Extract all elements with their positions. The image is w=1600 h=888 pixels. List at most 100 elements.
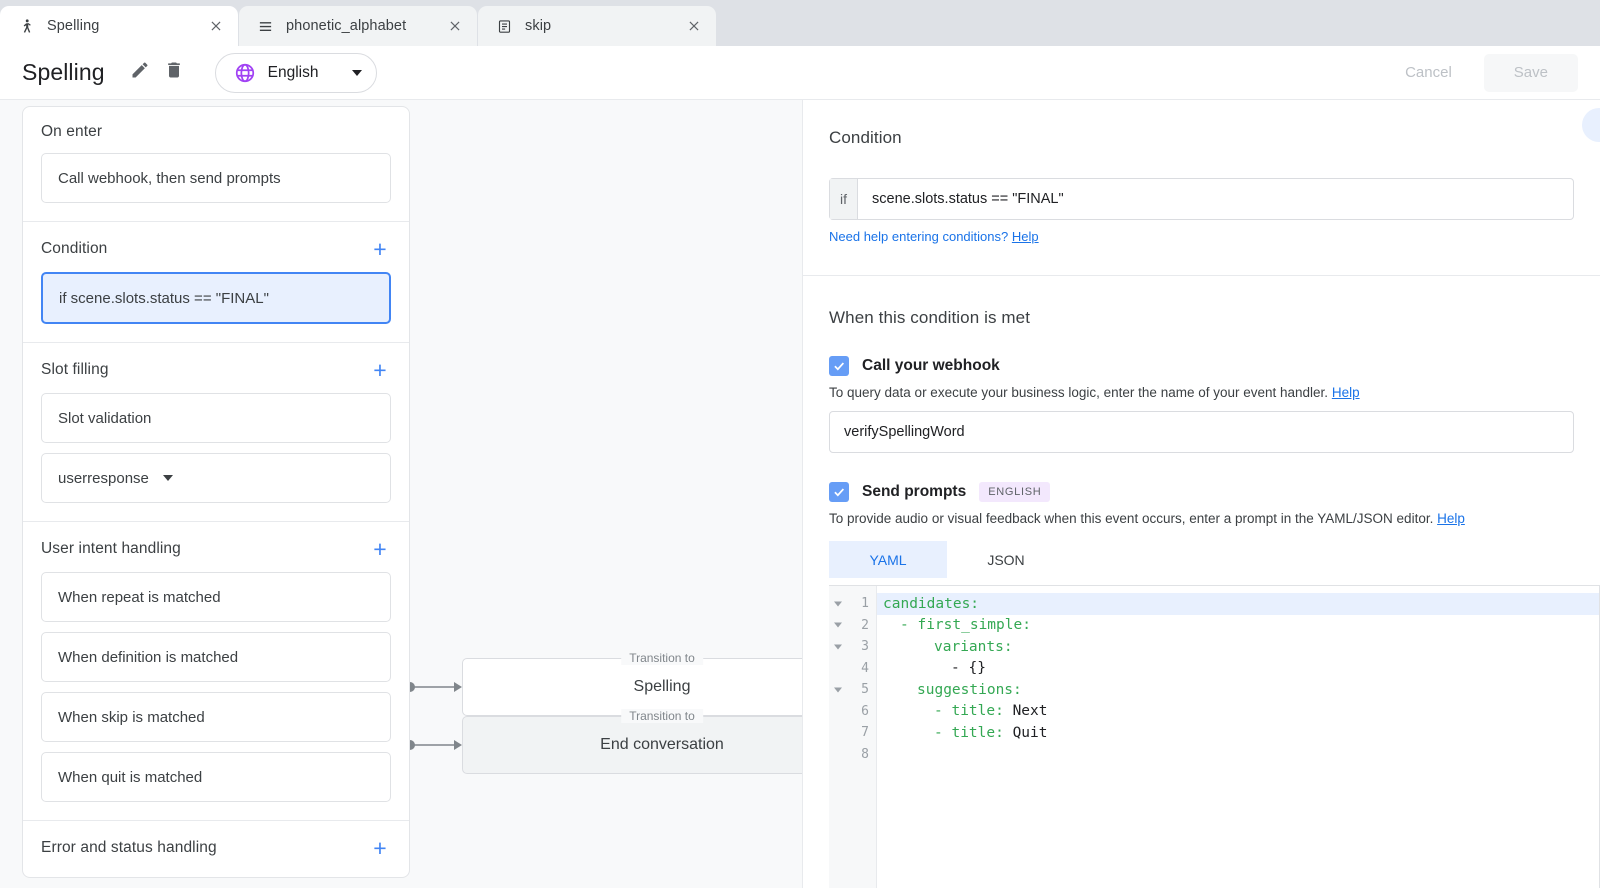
code-value: Next xyxy=(1004,703,1048,719)
save-button[interactable]: Save xyxy=(1484,54,1578,92)
intent-handler-skip[interactable]: When skip is matched xyxy=(41,692,391,742)
chevron-down-icon xyxy=(163,475,173,481)
event-handler-input[interactable]: verifySpellingWord xyxy=(829,411,1574,453)
slot-userresponse-item[interactable]: userresponse xyxy=(41,453,391,503)
trash-icon xyxy=(164,60,184,85)
gutter-line[interactable]: 6 xyxy=(829,701,876,723)
add-slot-button[interactable]: + xyxy=(369,359,391,381)
condition-help-line: Need help entering conditions? Help xyxy=(829,229,1574,244)
intent-handler-definition[interactable]: When definition is matched xyxy=(41,632,391,682)
scene-icon xyxy=(18,18,35,35)
condition-heading: Condition xyxy=(829,128,1574,148)
close-icon[interactable] xyxy=(443,14,467,38)
transition-legend: Transition to xyxy=(621,651,703,665)
intent-handler-repeat[interactable]: When repeat is matched xyxy=(41,572,391,622)
delete-scene-button[interactable] xyxy=(157,56,191,90)
section-condition: Condition + if scene.slots.status == "FI… xyxy=(23,222,409,343)
code-line[interactable]: variants: xyxy=(877,636,1599,658)
add-intent-handler-button[interactable]: + xyxy=(369,538,391,560)
condition-expression-value[interactable]: scene.slots.status == "FINAL" xyxy=(858,179,1573,219)
browser-tab-skip[interactable]: skip xyxy=(478,6,716,46)
condition-section: Condition if scene.slots.status == "FINA… xyxy=(803,100,1600,244)
condition-if-prefix: if xyxy=(830,179,858,219)
code-line[interactable]: candidates: xyxy=(877,593,1599,615)
call-webhook-checkbox[interactable] xyxy=(829,356,849,376)
tab-json[interactable]: JSON xyxy=(947,541,1065,578)
on-enter-item[interactable]: Call webhook, then send prompts xyxy=(41,153,391,203)
gutter-line[interactable]: 5 xyxy=(829,679,876,701)
code-key: candidates: xyxy=(883,596,979,612)
code-value: Quit xyxy=(1004,725,1048,741)
tab-yaml[interactable]: YAML xyxy=(829,541,947,578)
slot-validation-item[interactable]: Slot validation xyxy=(41,393,391,443)
send-prompts-checkbox[interactable] xyxy=(829,482,849,502)
section-header: Condition + xyxy=(41,238,391,260)
code-key: - first_simple: xyxy=(900,617,1031,633)
editor-code-area[interactable]: candidates: - first_simple: variants: - … xyxy=(877,586,1599,888)
section-title: Condition xyxy=(41,240,107,258)
code-line[interactable]: - {} xyxy=(877,658,1599,680)
add-condition-button[interactable]: + xyxy=(369,238,391,260)
gutter-line[interactable]: 1 xyxy=(829,593,876,615)
browser-tab-phonetic-alphabet[interactable]: phonetic_alphabet xyxy=(239,6,477,46)
code-line[interactable]: - first_simple: xyxy=(877,615,1599,637)
condition-help-link[interactable]: Help xyxy=(1012,229,1039,244)
intent-handler-quit[interactable]: When quit is matched xyxy=(41,752,391,802)
condition-item[interactable]: if scene.slots.status == "FINAL" xyxy=(41,272,391,324)
close-icon[interactable] xyxy=(682,14,706,38)
section-header: Error and status handling + xyxy=(41,837,391,859)
fold-arrow-icon[interactable] xyxy=(834,601,842,606)
condition-detail-panel: Condition if scene.slots.status == "FINA… xyxy=(802,100,1600,888)
chevron-down-icon xyxy=(352,70,362,76)
section-title: On enter xyxy=(41,123,102,141)
browser-tab-label: phonetic_alphabet xyxy=(286,18,443,34)
code-key: - {} xyxy=(951,660,986,676)
gutter-line[interactable]: 3 xyxy=(829,636,876,658)
line-number: 2 xyxy=(861,618,869,633)
line-number: 8 xyxy=(861,747,869,762)
section-header: On enter xyxy=(41,123,391,141)
gutter-line[interactable]: 2 xyxy=(829,615,876,637)
when-condition-met-heading: When this condition is met xyxy=(829,308,1574,328)
editor-gutter: 1 2 3 4 5 6 7 8 xyxy=(829,586,877,888)
gutter-line[interactable]: 7 xyxy=(829,722,876,744)
gutter-line[interactable]: 8 xyxy=(829,744,876,766)
code-line[interactable]: - title: Quit xyxy=(877,722,1599,744)
section-slot-filling: Slot filling + Slot validation userrespo… xyxy=(23,343,409,522)
call-webhook-hint-text: To query data or execute your business l… xyxy=(829,385,1328,400)
language-selector[interactable]: English xyxy=(215,53,377,93)
gutter-line[interactable]: 4 xyxy=(829,658,876,680)
code-line[interactable]: suggestions: xyxy=(877,679,1599,701)
browser-tab-label: skip xyxy=(525,18,682,34)
add-error-handler-button[interactable]: + xyxy=(369,837,391,859)
code-key: variants: xyxy=(934,639,1013,655)
fold-arrow-icon[interactable] xyxy=(834,644,842,649)
app-header: Spelling English Cancel Save xyxy=(0,46,1600,100)
send-prompts-hint-text: To provide audio or visual feedback when… xyxy=(829,511,1433,526)
call-webhook-row[interactable]: Call your webhook xyxy=(829,356,1574,376)
line-number: 6 xyxy=(861,704,869,719)
fold-arrow-icon[interactable] xyxy=(834,687,842,692)
send-prompts-label: Send prompts xyxy=(862,483,966,501)
transition-node-end-conversation[interactable]: Transition to End conversation xyxy=(462,716,802,774)
pencil-icon xyxy=(130,60,150,85)
code-line[interactable]: - title: Next xyxy=(877,701,1599,723)
browser-tab-spelling[interactable]: Spelling xyxy=(0,6,238,46)
yaml-code-editor[interactable]: 1 2 3 4 5 6 7 8 candidates: - first_simp… xyxy=(829,585,1600,888)
close-icon[interactable] xyxy=(204,14,228,38)
cancel-button[interactable]: Cancel xyxy=(1381,54,1476,92)
code-line[interactable] xyxy=(877,744,1599,766)
send-prompts-help-link[interactable]: Help xyxy=(1437,511,1465,526)
fold-arrow-icon[interactable] xyxy=(834,623,842,628)
page-title: Spelling xyxy=(22,59,105,86)
code-key: - title: xyxy=(934,725,1004,741)
list-icon xyxy=(257,18,274,35)
transition-canvas: Transition to Spelling Transition to End… xyxy=(410,100,802,888)
condition-expression-field[interactable]: if scene.slots.status == "FINAL" xyxy=(829,178,1574,220)
edit-scene-button[interactable] xyxy=(123,56,157,90)
transition-target-label: Spelling xyxy=(634,678,691,696)
send-prompts-row[interactable]: Send prompts ENGLISH xyxy=(829,482,1574,502)
document-icon xyxy=(496,18,513,35)
call-webhook-help-link[interactable]: Help xyxy=(1332,385,1360,400)
transition-node-spelling[interactable]: Transition to Spelling xyxy=(462,658,802,716)
